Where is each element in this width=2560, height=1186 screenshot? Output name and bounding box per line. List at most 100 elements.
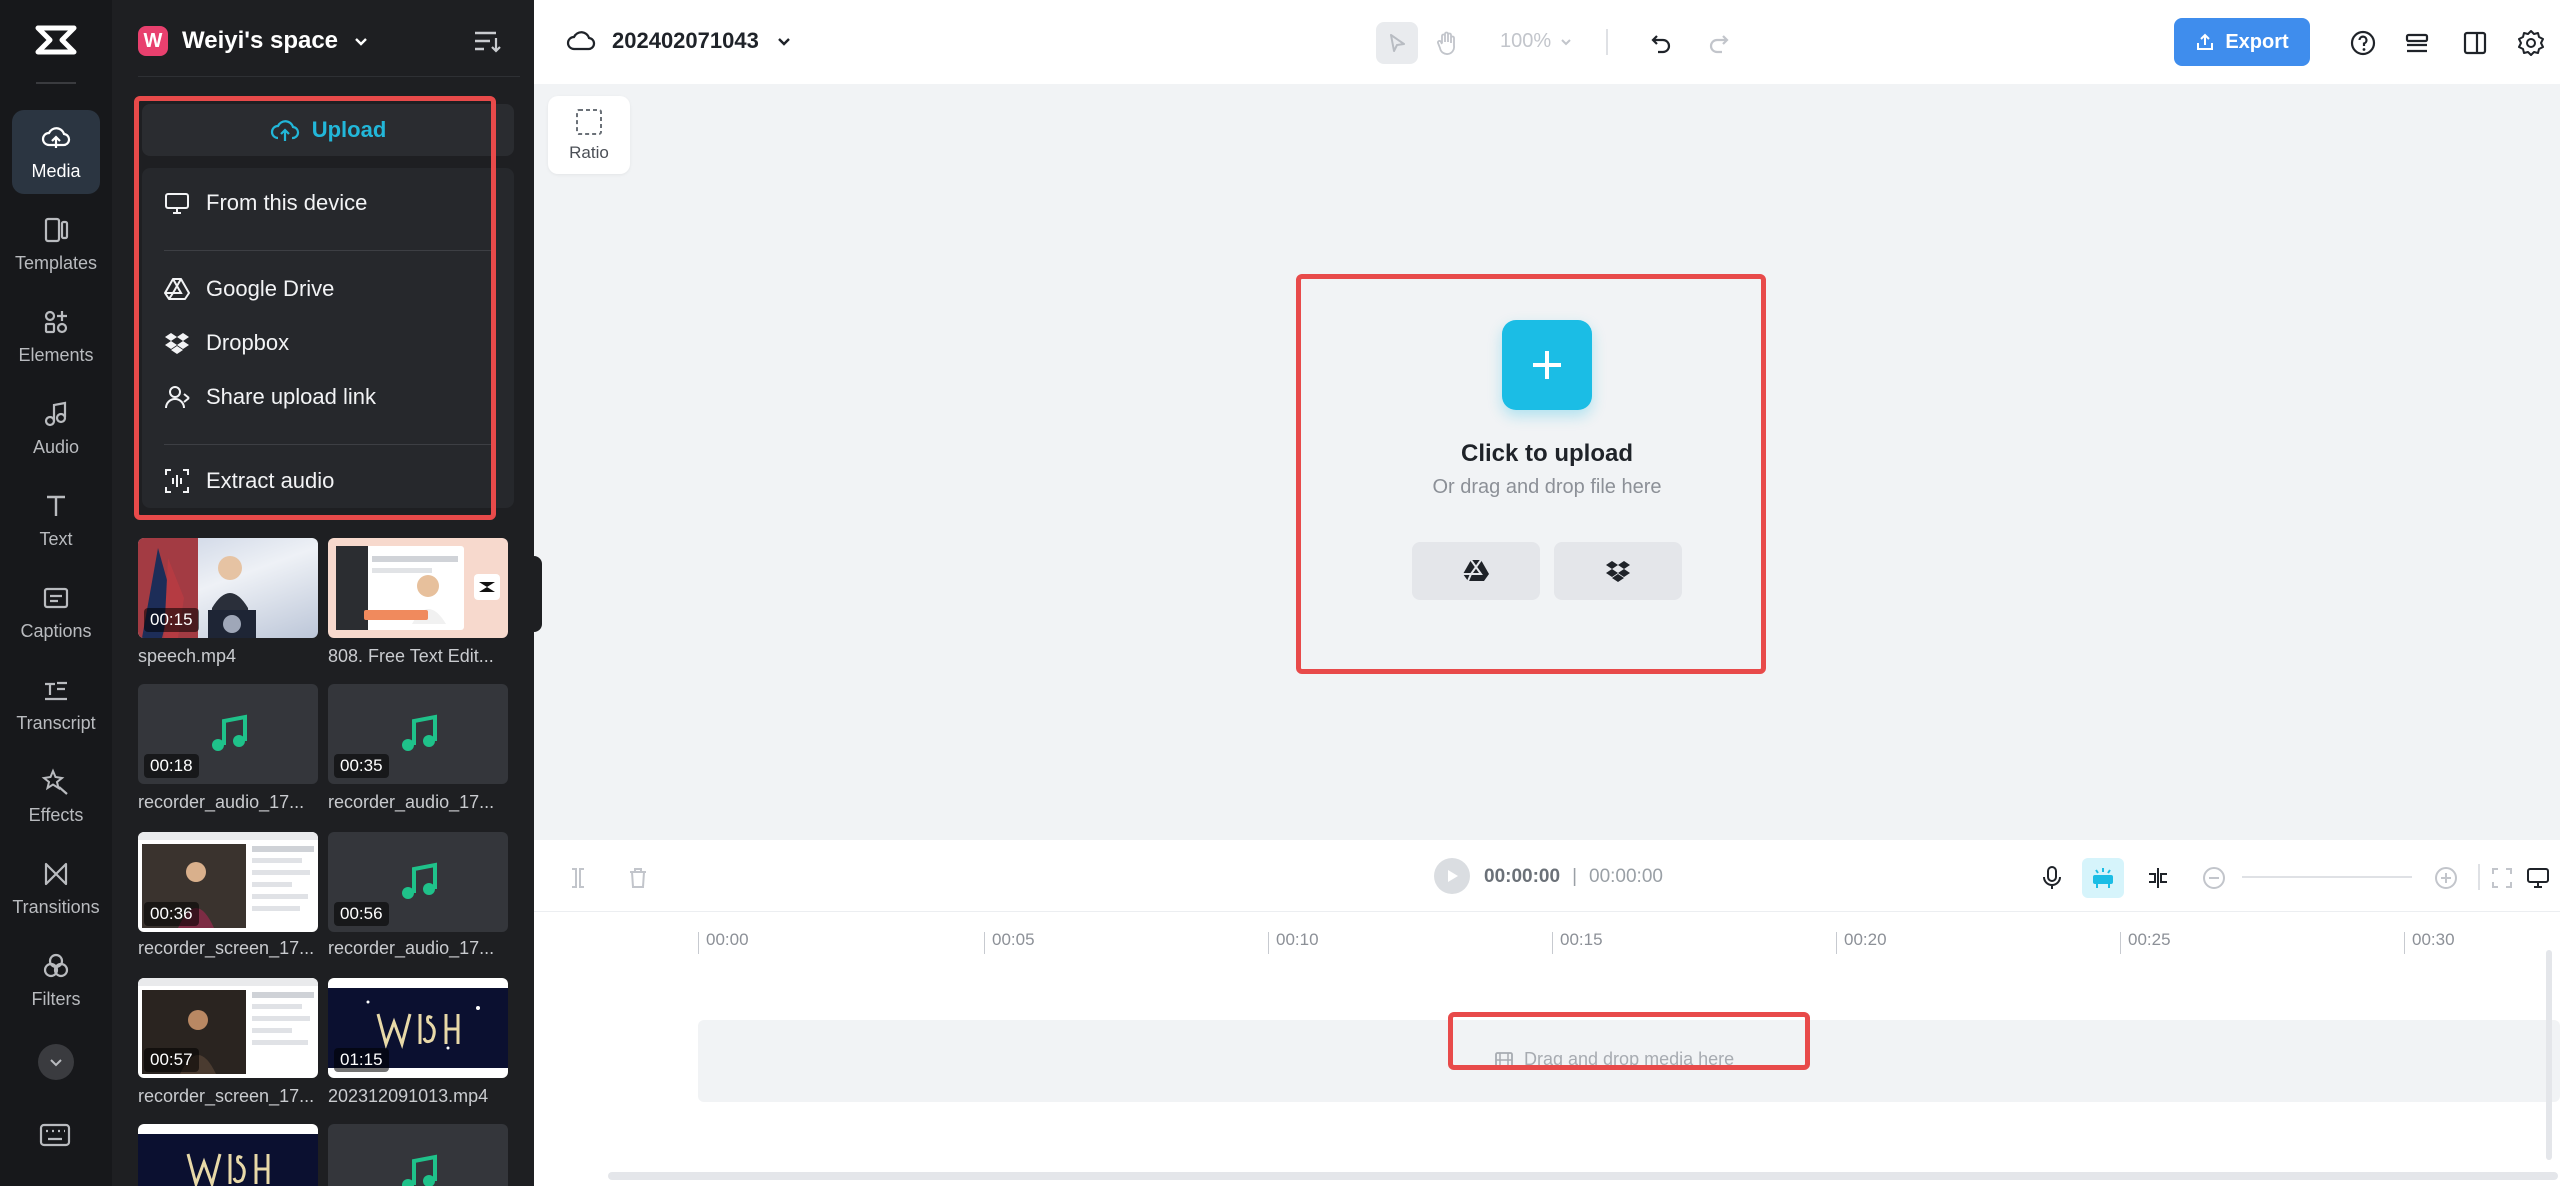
layers-button[interactable] xyxy=(2396,22,2438,64)
zoom-select[interactable]: 100% xyxy=(1500,30,1573,53)
timeline-horizontal-scrollbar[interactable] xyxy=(608,1172,2558,1180)
rail-item-audio[interactable]: Audio xyxy=(12,386,100,470)
pointer-icon xyxy=(1390,34,1405,52)
rail-item-label: Elements xyxy=(18,344,94,365)
media-duration: 00:15 xyxy=(144,608,199,632)
cloud-icon xyxy=(566,31,596,51)
time-display: 00:00:00 | 00:00:00 xyxy=(1484,866,1663,888)
play-button[interactable] xyxy=(1434,858,1470,894)
panel-collapse-handle[interactable] xyxy=(526,556,542,632)
ruler-tick xyxy=(1268,932,1269,954)
play-icon xyxy=(1448,870,1458,882)
media-name: recorder_screen_17... xyxy=(138,938,315,958)
sort-icon[interactable] xyxy=(472,28,502,54)
project-title[interactable]: 202402071043 xyxy=(566,28,793,54)
timeline-toolbar: 00:00:00 | 00:00:00 xyxy=(534,840,2560,912)
screen-video-preview xyxy=(336,546,500,630)
select-tool-button[interactable] xyxy=(1376,22,1418,64)
ratio-label: Ratio xyxy=(569,143,609,162)
export-label: Export xyxy=(2225,30,2289,53)
media-thumb-wish[interactable]: 01:15 xyxy=(328,978,508,1078)
redo-icon xyxy=(1709,35,1729,54)
zoom-in-button[interactable] xyxy=(2430,862,2462,894)
toolbar-divider xyxy=(2478,864,2480,890)
fit-timeline-button[interactable] xyxy=(2486,862,2518,894)
split-button[interactable] xyxy=(562,862,594,894)
rail-divider xyxy=(36,82,76,84)
media-thumb-audio[interactable]: 00:35 xyxy=(328,684,508,784)
media-thumb-audio[interactable] xyxy=(328,1124,508,1186)
help-button[interactable] xyxy=(2342,22,2384,64)
delete-button[interactable] xyxy=(622,862,654,894)
effects-icon xyxy=(41,767,68,795)
chevron-down-icon xyxy=(355,38,367,46)
rail-item-label: Effects xyxy=(28,804,84,825)
rail-item-captions[interactable]: Captions xyxy=(12,570,100,654)
ratio-button[interactable]: Ratio xyxy=(548,96,630,174)
link-clips-button[interactable] xyxy=(2142,862,2174,894)
nav-rail: Media Templates Elements Audio Text Capt… xyxy=(0,0,112,1186)
music-note-icon xyxy=(402,1154,437,1186)
rail-item-transcript[interactable]: Transcript xyxy=(12,662,100,746)
ruler-label: 00:00 xyxy=(706,930,749,949)
help-icon xyxy=(2350,30,2376,56)
media-duration: 00:35 xyxy=(334,754,389,778)
timeline-vertical-scrollbar[interactable] xyxy=(2546,950,2552,1160)
ruler-label: 00:15 xyxy=(1560,930,1603,949)
elements-icon xyxy=(44,310,68,333)
media-thumb-speech[interactable]: 00:15 xyxy=(138,538,318,638)
record-voice-button[interactable] xyxy=(2036,862,2068,894)
split-icon xyxy=(572,868,584,888)
toolbar-divider xyxy=(1606,29,1608,55)
rail-item-templates[interactable]: Templates xyxy=(12,202,100,286)
minus-circle-icon xyxy=(2203,867,2225,889)
ruler-tick xyxy=(1552,932,1553,954)
preview-mode-button[interactable] xyxy=(2522,862,2554,894)
space-switcher[interactable]: W Weiyi's space xyxy=(138,26,370,56)
media-thumb-audio[interactable]: 00:56 xyxy=(328,832,508,932)
rail-item-label: Text xyxy=(39,528,73,549)
layers-icon xyxy=(2405,33,2429,53)
rail-item-elements[interactable]: Elements xyxy=(12,294,100,378)
ruler-label: 00:05 xyxy=(992,930,1035,949)
zoom-out-button[interactable] xyxy=(2198,862,2230,894)
ruler-label: 00:25 xyxy=(2128,930,2171,949)
media-name: recorder_audio_17... xyxy=(328,792,495,812)
chevron-down-icon xyxy=(1561,38,1571,45)
rail-more-button[interactable] xyxy=(38,1044,74,1080)
hand-tool-button[interactable] xyxy=(1426,22,1468,64)
media-thumb-wish[interactable] xyxy=(138,1124,318,1186)
keyboard-icon[interactable] xyxy=(38,1118,72,1152)
chevron-down-icon xyxy=(50,1059,62,1067)
wish-video-preview xyxy=(138,1134,318,1186)
fit-screen-icon xyxy=(2492,868,2512,888)
templates-icon xyxy=(44,217,69,242)
capcut-logo-icon[interactable] xyxy=(32,22,80,58)
undo-button[interactable] xyxy=(1640,22,1682,64)
rail-item-media[interactable]: Media xyxy=(12,110,100,194)
ruler-tick xyxy=(1836,932,1837,954)
rail-item-text[interactable]: Text xyxy=(12,478,100,562)
media-duration: 00:18 xyxy=(144,754,199,778)
media-thumb-screen-recording[interactable]: 00:36 xyxy=(138,832,318,932)
settings-button[interactable] xyxy=(2510,22,2552,64)
rail-item-label: Transitions xyxy=(12,896,100,917)
undo-icon xyxy=(1651,35,1671,54)
auto-snap-button[interactable] xyxy=(2082,858,2124,898)
redo-button[interactable] xyxy=(1698,22,1740,64)
media-thumb-screen-recording[interactable]: 00:57 xyxy=(138,978,318,1078)
media-thumb-audio[interactable]: 00:18 xyxy=(138,684,318,784)
rail-item-filters[interactable]: Filters xyxy=(12,938,100,1022)
layout-button[interactable] xyxy=(2454,22,2496,64)
rail-item-effects[interactable]: Effects xyxy=(12,754,100,838)
space-name: Weiyi's space xyxy=(182,27,339,54)
rail-item-label: Templates xyxy=(14,252,98,273)
media-thumb-free-text-edit[interactable] xyxy=(328,538,508,638)
music-note-icon xyxy=(44,401,67,426)
rail-item-transitions[interactable]: Transitions xyxy=(12,846,100,930)
zoom-value: 100% xyxy=(1500,30,1552,52)
export-button[interactable]: Export xyxy=(2174,18,2310,66)
timeline-zoom-slider[interactable] xyxy=(2242,876,2412,878)
ratio-icon xyxy=(576,109,602,135)
media-name: recorder_screen_17... xyxy=(138,1086,315,1106)
